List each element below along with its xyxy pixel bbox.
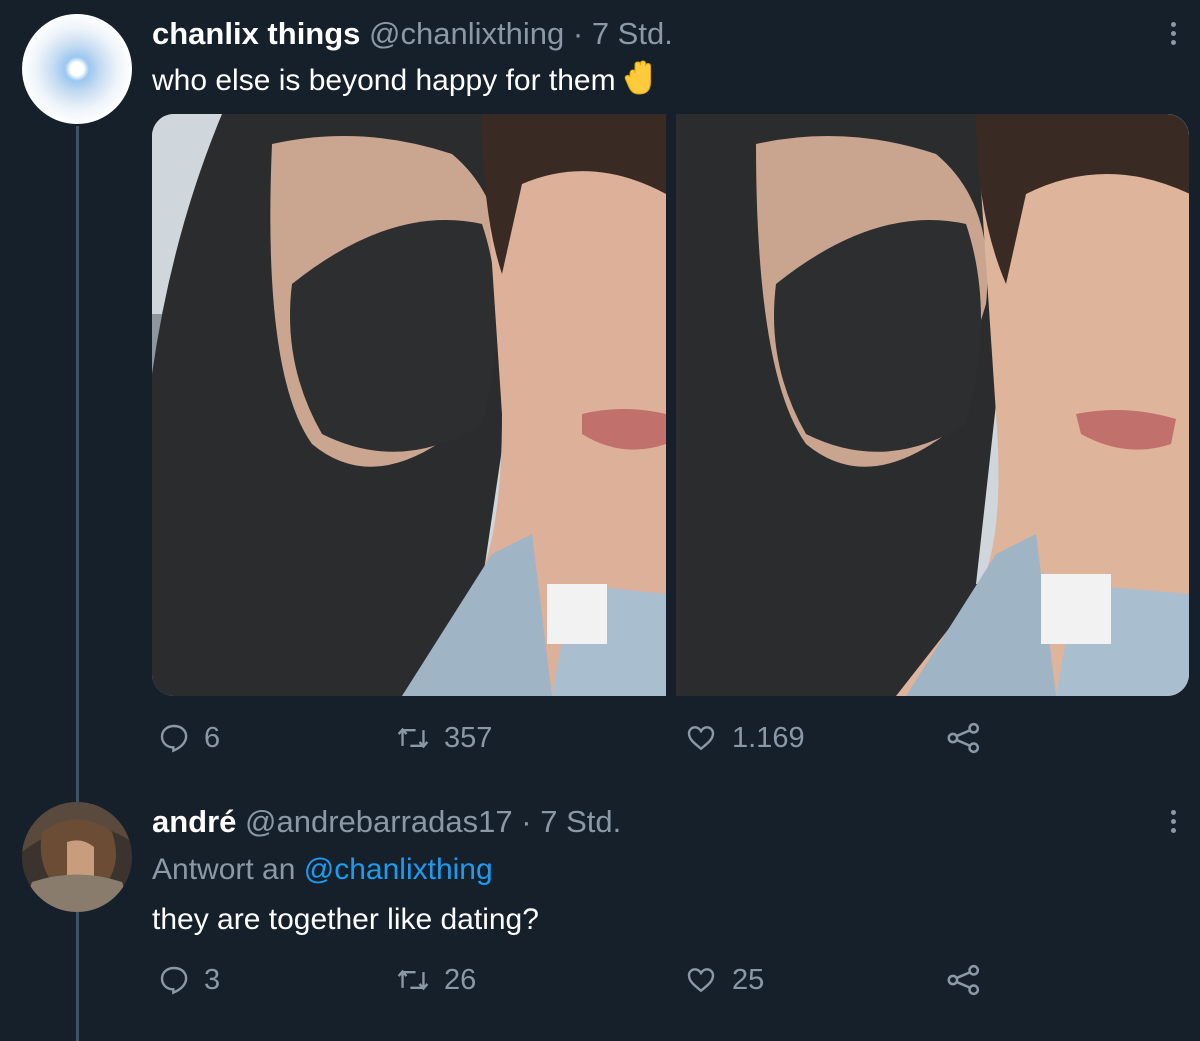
like-button[interactable]: 25	[684, 960, 764, 1000]
like-icon	[687, 968, 715, 993]
user-handle[interactable]: @chanlixthing	[369, 16, 564, 51]
retweet-count: 357	[444, 721, 493, 754]
timestamp[interactable]: 7 Std.	[540, 804, 621, 839]
tweet-text: they are together like dating?	[152, 903, 539, 936]
tweet-text-content: who else is beyond happy for them	[152, 64, 616, 97]
reply-count: 6	[204, 721, 221, 754]
like-button[interactable]: 1.169	[684, 718, 805, 758]
timestamp[interactable]: 7 Std.	[592, 16, 673, 51]
tweet-actions: 6 357 1.169	[152, 718, 1152, 758]
tweet[interactable]: chanlix things @chanlixthing · 7 Std. wh…	[0, 0, 1200, 760]
photo-right[interactable]	[675, 114, 1189, 696]
display-name[interactable]: chanlix things	[152, 16, 360, 51]
share-button[interactable]	[946, 718, 982, 758]
more-icon[interactable]	[1166, 22, 1180, 45]
reply-prefix: Antwort an	[152, 853, 296, 886]
separator: ·	[572, 16, 584, 51]
like-count: 25	[732, 963, 765, 996]
separator: ·	[521, 804, 532, 839]
display-name[interactable]: andré	[152, 804, 236, 839]
retweet-icon	[397, 727, 429, 749]
tweet-actions: 3 26 25	[152, 960, 1152, 1000]
avatar[interactable]	[22, 14, 132, 124]
retweet-button[interactable]: 26	[396, 960, 476, 1000]
reply-icon	[160, 724, 188, 753]
retweet-icon	[397, 969, 429, 991]
user-handle[interactable]: @andrebarradas17	[245, 804, 513, 839]
like-icon	[687, 726, 715, 751]
reply-button[interactable]: 6	[158, 718, 220, 758]
reply-icon	[160, 966, 188, 995]
raised-hand-emoji	[624, 60, 654, 107]
tweet-header: chanlix things @chanlixthing · 7 Std.	[152, 14, 673, 54]
share-button[interactable]	[946, 960, 982, 1000]
photo-left[interactable]	[152, 114, 666, 696]
retweet-button[interactable]: 357	[396, 718, 492, 758]
reply-button[interactable]: 3	[158, 960, 220, 1000]
share-icon	[947, 964, 980, 996]
share-icon	[947, 722, 980, 754]
tweet[interactable]: andré @andrebarradas17 · 7 Std. Antwort …	[0, 780, 1200, 1041]
reply-mention-link[interactable]: @chanlixthing	[304, 853, 493, 886]
avatar[interactable]	[22, 802, 132, 912]
tweet-header: andré @andrebarradas17 · 7 Std.	[152, 802, 621, 842]
tweet-media[interactable]	[152, 114, 1189, 696]
reply-context: Antwort an @chanlixthing	[152, 850, 493, 890]
more-icon[interactable]	[1166, 810, 1180, 833]
reply-count: 3	[204, 963, 221, 996]
tweet-text: who else is beyond happy for them	[152, 60, 654, 107]
like-count: 1.169	[732, 721, 805, 754]
retweet-count: 26	[444, 963, 477, 996]
